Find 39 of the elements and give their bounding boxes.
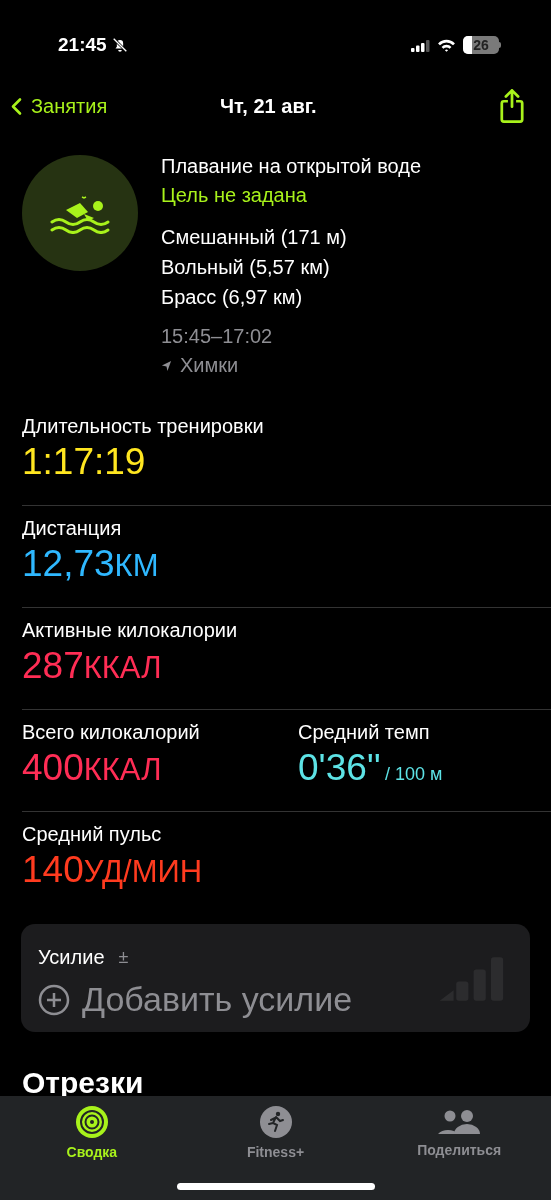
signal-icon <box>411 38 430 52</box>
rings-icon <box>75 1106 108 1138</box>
share-button[interactable] <box>499 89 525 123</box>
tab[interactable]: Fitness+ <box>183 1096 368 1200</box>
chevron-left-icon <box>10 96 23 116</box>
wifi-icon <box>437 38 456 52</box>
runner-icon <box>259 1106 292 1138</box>
share-icon <box>499 89 525 123</box>
time-range: 15:45–17:02 <box>161 324 274 349</box>
location-arrow-icon <box>161 359 172 372</box>
metric-value: 400ККАЛ <box>22 746 163 790</box>
metric-value: 287ККАЛ <box>22 644 163 688</box>
metric-label: Всего килокалорий <box>22 720 201 745</box>
tab[interactable]: Поделиться <box>367 1096 551 1200</box>
metric-label: Средний темп <box>298 720 431 745</box>
location-text: Химки <box>180 353 239 378</box>
nav-title: Чт, 21 авг. <box>220 94 317 119</box>
battery-level: 26 <box>473 36 489 54</box>
metric-label: Средний пульс <box>22 822 163 847</box>
workout-title: Плавание на открытой воде <box>161 154 422 179</box>
stroke-distance: Брасс (6,97 км) <box>161 285 304 310</box>
metric-value: 140УД/МИН <box>22 848 204 892</box>
plus-circle-icon <box>38 983 70 1016</box>
back-button[interactable]: Занятия <box>10 91 108 121</box>
stroke-distance: Смешанный (171 м) <box>161 225 348 250</box>
metric-label: Дистанция <box>22 516 123 541</box>
status-time: 21:45 <box>58 32 107 57</box>
metric-value: 12,73КМ <box>22 542 160 586</box>
metric-value: 0'36''/ 100 м <box>298 746 444 790</box>
add-effort-button[interactable]: Добавить усилие <box>38 974 353 1025</box>
plus-minus-icon: ± <box>118 943 129 971</box>
metric-value: 1:17:19 <box>22 440 147 484</box>
stroke-distance: Вольный (5,57 км) <box>161 255 331 280</box>
effort-label: Усилие <box>38 945 105 970</box>
muted-bell-icon <box>110 36 129 54</box>
goal-text: Цель не задана <box>161 183 308 208</box>
people-icon <box>437 1108 482 1136</box>
metric-label: Длительность тренировки <box>22 414 265 439</box>
metric-label: Активные килокалории <box>22 618 239 643</box>
